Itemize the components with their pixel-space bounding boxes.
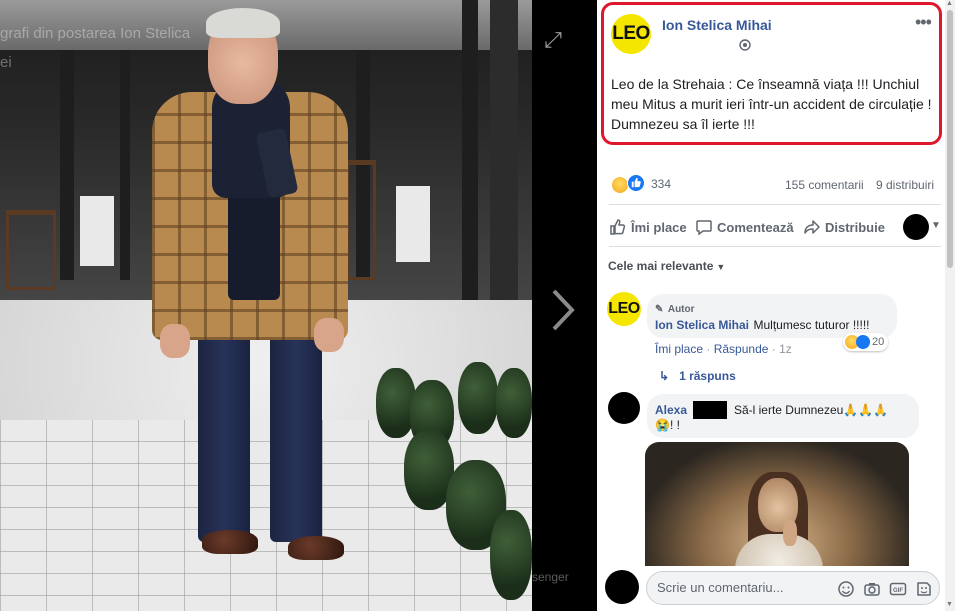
photo-bush (496, 368, 532, 438)
camera-icon[interactable] (863, 580, 881, 598)
comment-sort-label: Cele mai relevante (608, 259, 714, 273)
emoji-icon[interactable] (837, 580, 855, 598)
divider (609, 246, 941, 247)
photo-bush (458, 362, 498, 434)
gif-icon[interactable]: GIF (889, 580, 907, 598)
scroll-down-arrow-icon[interactable]: ▼ (946, 601, 953, 608)
scrollbar-thumb[interactable] (947, 10, 953, 268)
photo-pillar (120, 50, 130, 280)
viewer-avatar[interactable] (903, 214, 929, 240)
post-actions: Îmi place Comentează Distribuie ▼ (605, 214, 945, 240)
photo-viewer: grafi din postarea Ion Stelica ei ⤢ seng… (0, 0, 597, 611)
photo-person-shoe (202, 530, 258, 554)
comment-composer[interactable]: GIF (646, 571, 940, 605)
globe-icon (739, 39, 751, 51)
photo-person-leg (198, 332, 250, 542)
photo-chair (6, 210, 56, 290)
post-author-name[interactable]: Ion Stelica Mihai (662, 17, 772, 33)
author-avatar[interactable]: LEO (611, 14, 651, 54)
photo-pillar (60, 50, 74, 280)
post-panel: LEO Ion Stelica Mihai ••• Leo de la Stre… (597, 0, 955, 611)
comment-reply-link[interactable]: Răspunde (714, 342, 769, 356)
like-reaction-icon (627, 174, 645, 192)
author-badge: ✎ Autor (655, 299, 695, 317)
photo-person-shoe (288, 536, 344, 560)
photo-panel (396, 186, 430, 262)
reactions-summary[interactable]: 334 155 comentarii 9 distribuiri (611, 174, 941, 196)
comment-author-name[interactable]: Ion Stelica Mihai (655, 318, 749, 332)
reaction-count[interactable]: 334 (651, 177, 671, 191)
photo-pillar (462, 0, 478, 300)
post-text: Leo de la Strehaia : Ce înseamnă viața !… (611, 76, 932, 132)
divider (609, 204, 941, 205)
photo-pillar (490, 0, 518, 300)
author-badge-label: Autor (667, 304, 695, 315)
comment-bubble: ✎ Autor Ion Stelica Mihai Mulțumesc tutu… (647, 294, 897, 338)
chevron-down-icon: ▼ (716, 262, 726, 272)
sticker-icon[interactable] (915, 580, 933, 598)
comment-meta: Îmi place · Răspunde · 1z (655, 342, 792, 356)
viewer-overlay-caption-partial: ei (0, 54, 12, 71)
share-button[interactable]: Distribuie (803, 218, 885, 236)
scroll-up-arrow-icon[interactable]: ▲ (946, 0, 953, 7)
view-replies-link[interactable]: ↳ 1 răspuns (659, 369, 736, 383)
photo-bush (490, 510, 532, 600)
reply-arrow-icon: ↳ (659, 369, 670, 383)
share-icon (804, 220, 820, 234)
image-figure-hand (783, 520, 797, 546)
comment-composer-row: GIF (597, 566, 945, 611)
photo-person-hair (206, 8, 280, 38)
shares-count[interactable]: 9 distribuiri (876, 178, 934, 192)
chevron-right-icon[interactable] (548, 285, 578, 335)
comment-reaction-count: 20 (872, 336, 885, 348)
photo-person-leg (270, 332, 322, 542)
comment-text: Să-l ierte Dumnezeu🙏🙏🙏 (733, 403, 889, 418)
more-options-icon[interactable]: ••• (915, 12, 932, 33)
thumbs-up-icon (610, 219, 626, 235)
comment-text-line2: 😭! ! (655, 418, 680, 432)
chevron-down-icon[interactable]: ▼ (931, 220, 941, 231)
comment-like-link[interactable]: Îmi place (655, 342, 703, 356)
comment-time[interactable]: 1z (779, 342, 792, 356)
messenger-label[interactable]: senger (532, 570, 569, 584)
viewer-avatar[interactable] (605, 570, 639, 604)
comment-avatar[interactable] (608, 392, 640, 424)
view-replies-label: 1 răspuns (679, 369, 736, 383)
comment-button-label: Comentează (717, 219, 794, 235)
redacted-name (693, 401, 728, 419)
comment-avatar[interactable]: LEO (607, 292, 641, 326)
comments-count[interactable]: 155 comentarii (785, 178, 864, 192)
like-button[interactable]: Îmi place (609, 218, 687, 236)
svg-text:GIF: GIF (893, 588, 903, 594)
like-button-label: Îmi place (631, 219, 687, 235)
comment-button[interactable]: Comentează (695, 218, 794, 236)
comment-input[interactable] (657, 580, 827, 595)
viewer-overlay-caption: grafi din postarea Ion Stelica (0, 25, 191, 42)
comment-bubble: Alexa Să-l ierte Dumnezeu🙏🙏🙏 😭! ! (647, 394, 919, 438)
comment-icon (696, 220, 712, 236)
share-button-label: Distribuie (825, 219, 885, 235)
comment-text: Mulțumesc tuturor !!!!! (753, 318, 870, 332)
comment-sort-dropdown[interactable]: Cele mai relevante ▼ (608, 259, 725, 273)
photo-chair (346, 160, 376, 280)
pencil-icon: ✎ (655, 304, 664, 315)
post-photo[interactable]: grafi din postarea Ion Stelica ei (0, 0, 532, 611)
photo-person-hand (160, 324, 190, 358)
like-reaction-icon (856, 335, 870, 349)
photo-panel (80, 196, 114, 266)
photo-person-hand (314, 318, 344, 352)
comment-reactions[interactable]: 20 (843, 333, 889, 351)
comment-author-name[interactable]: Alexa (655, 403, 687, 417)
expand-icon[interactable]: ⤢ (541, 28, 565, 52)
